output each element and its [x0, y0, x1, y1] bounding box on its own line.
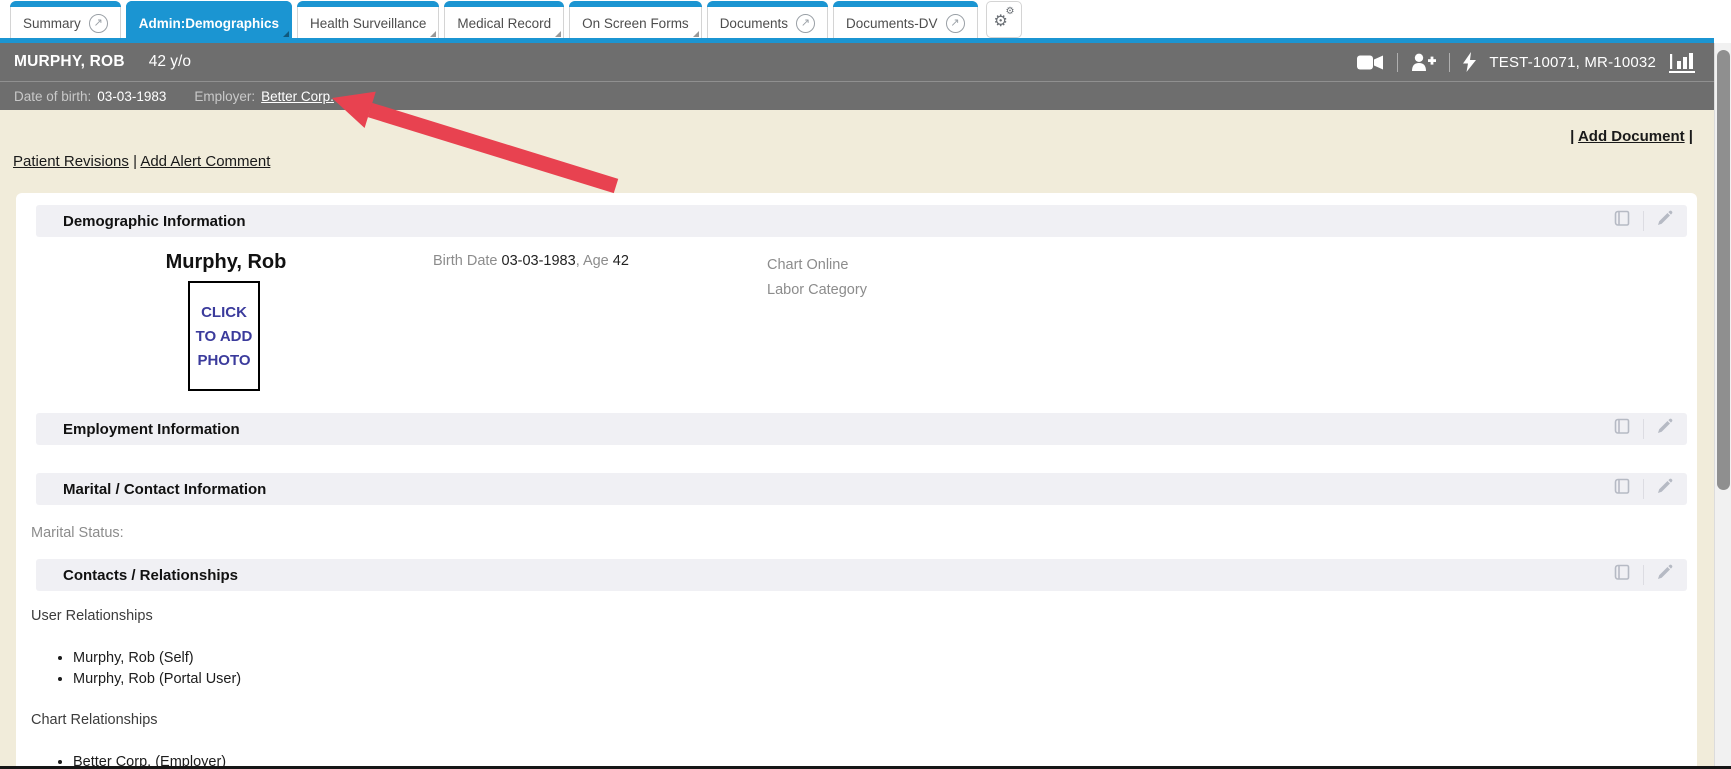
- vertical-scrollbar[interactable]: [1714, 43, 1731, 769]
- tab-documents[interactable]: Documents ↗: [707, 1, 828, 38]
- add-person-icon[interactable]: [1411, 53, 1436, 71]
- birth-date-line: Birth Date 03-03-1983, Age 42: [433, 253, 629, 269]
- add-document-row: | Add Document |: [1570, 128, 1693, 145]
- audit-log-icon[interactable]: [1613, 478, 1631, 501]
- section-title: Contacts / Relationships: [63, 567, 1613, 584]
- tab-label: Documents-DV: [846, 16, 938, 31]
- marital-status-label: Marital Status:: [16, 525, 1697, 541]
- demographic-content: Murphy, Rob CLICK TO ADD PHOTO Birth Dat…: [16, 237, 1697, 393]
- section-header-contacts-relationships[interactable]: Contacts / Relationships: [36, 559, 1687, 591]
- tab-on-screen-forms[interactable]: On Screen Forms: [569, 1, 702, 38]
- divider: [1643, 565, 1644, 585]
- patient-chart-ids: TEST-10071, MR-10032: [1489, 54, 1656, 71]
- content-area: | Add Document | Patient Revisions | Add…: [0, 110, 1714, 769]
- patient-age: 42 y/o: [149, 53, 191, 71]
- tab-summary[interactable]: Summary ↗: [10, 1, 121, 38]
- divider: [1643, 419, 1644, 439]
- divider: [1449, 53, 1450, 72]
- chart-meta-column: Chart Online Labor Category: [767, 253, 867, 303]
- pipe: |: [133, 153, 137, 170]
- bar-chart-icon[interactable]: [1669, 52, 1696, 73]
- section-header-demographic-information[interactable]: Demographic Information: [36, 205, 1687, 237]
- audit-log-icon[interactable]: [1613, 210, 1631, 233]
- tab-label: Medical Record: [457, 16, 551, 31]
- tab-documents-dv[interactable]: Documents-DV ↗: [833, 1, 978, 38]
- dob-label: Date of birth:: [14, 89, 91, 104]
- edit-pencil-icon[interactable]: [1656, 478, 1673, 500]
- photo-placeholder-text: PHOTO: [197, 352, 250, 369]
- section-title: Employment Information: [63, 421, 1613, 438]
- list-item: Murphy, Rob (Self): [73, 648, 1697, 669]
- employer-label: Employer:: [194, 89, 255, 104]
- lightning-bolt-icon[interactable]: [1463, 52, 1476, 72]
- section-header-marital-contact-information[interactable]: Marital / Contact Information: [36, 473, 1687, 505]
- divider: [1643, 479, 1644, 499]
- tab-label: Admin:Demographics: [139, 16, 279, 31]
- external-link-icon[interactable]: ↗: [796, 14, 815, 33]
- chart-relationships-heading: Chart Relationships: [16, 712, 1697, 728]
- employer-link[interactable]: Better Corp.: [261, 89, 334, 104]
- tab-bar: Summary ↗ Admin:Demographics Health Surv…: [0, 0, 1714, 38]
- age-label: , Age: [576, 253, 609, 269]
- section-title: Marital / Contact Information: [63, 481, 1613, 498]
- video-camera-icon[interactable]: [1357, 54, 1384, 71]
- edit-pencil-icon[interactable]: [1656, 564, 1673, 586]
- add-alert-comment-link[interactable]: Add Alert Comment: [140, 153, 270, 170]
- photo-placeholder-text: TO ADD: [196, 328, 253, 345]
- external-link-glyph: ↗: [950, 18, 959, 29]
- tab-label: On Screen Forms: [582, 16, 689, 31]
- pipe: |: [1689, 128, 1693, 145]
- edit-pencil-icon[interactable]: [1656, 418, 1673, 440]
- tab-label: Health Surveillance: [310, 16, 426, 31]
- edit-pencil-icon[interactable]: [1656, 210, 1673, 232]
- demographics-panel: Demographic Information Murphy, Rob CLIC…: [16, 193, 1697, 769]
- dob-value: 03-03-1983: [97, 89, 166, 104]
- pipe: |: [1570, 128, 1574, 145]
- patient-name: MURPHY, ROB: [14, 53, 125, 71]
- patient-header-bar: MURPHY, ROB 42 y/o TEST-10071, MR-10032: [0, 43, 1714, 81]
- patient-display-name: Murphy, Rob: [136, 251, 316, 274]
- section-title: Demographic Information: [63, 213, 1613, 230]
- tab-medical-record[interactable]: Medical Record: [444, 1, 564, 38]
- tab-health-surveillance[interactable]: Health Surveillance: [297, 1, 439, 38]
- scrollbar-thumb[interactable]: [1717, 50, 1730, 490]
- labor-category-label: Labor Category: [767, 278, 867, 303]
- settings-gear-button[interactable]: ⚙ ⚙: [986, 1, 1022, 38]
- external-link-glyph: ↗: [801, 18, 810, 29]
- tab-label: Documents: [720, 16, 788, 31]
- gear-icon: ⚙: [1006, 6, 1015, 17]
- audit-log-icon[interactable]: [1613, 418, 1631, 441]
- tab-admin-demographics[interactable]: Admin:Demographics: [126, 1, 292, 38]
- tab-label: Summary: [23, 16, 81, 31]
- list-item: Murphy, Rob (Portal User): [73, 669, 1697, 690]
- external-link-glyph: ↗: [94, 18, 103, 29]
- patient-revisions-link[interactable]: Patient Revisions: [13, 153, 129, 170]
- divider: [1397, 53, 1398, 72]
- birth-date-label: Birth Date: [433, 253, 497, 269]
- user-relationships-list: Murphy, Rob (Self) Murphy, Rob (Portal U…: [16, 648, 1697, 690]
- patient-actions-row: Patient Revisions | Add Alert Comment: [13, 153, 270, 170]
- add-photo-placeholder[interactable]: CLICK TO ADD PHOTO: [188, 281, 260, 391]
- external-link-icon[interactable]: ↗: [946, 14, 965, 33]
- audit-log-icon[interactable]: [1613, 564, 1631, 587]
- patient-subheader-bar: Date of birth: 03-03-1983 Employer: Bett…: [0, 81, 1714, 110]
- add-document-link[interactable]: Add Document: [1578, 128, 1685, 145]
- external-link-icon[interactable]: ↗: [89, 14, 108, 33]
- photo-placeholder-text: CLICK: [201, 304, 247, 321]
- divider: [1643, 211, 1644, 231]
- age-value: 42: [613, 253, 629, 269]
- user-relationships-heading: User Relationships: [16, 608, 1697, 624]
- chart-online-label: Chart Online: [767, 253, 867, 278]
- birth-date-value: 03-03-1983: [502, 253, 576, 269]
- section-header-employment-information[interactable]: Employment Information: [36, 413, 1687, 445]
